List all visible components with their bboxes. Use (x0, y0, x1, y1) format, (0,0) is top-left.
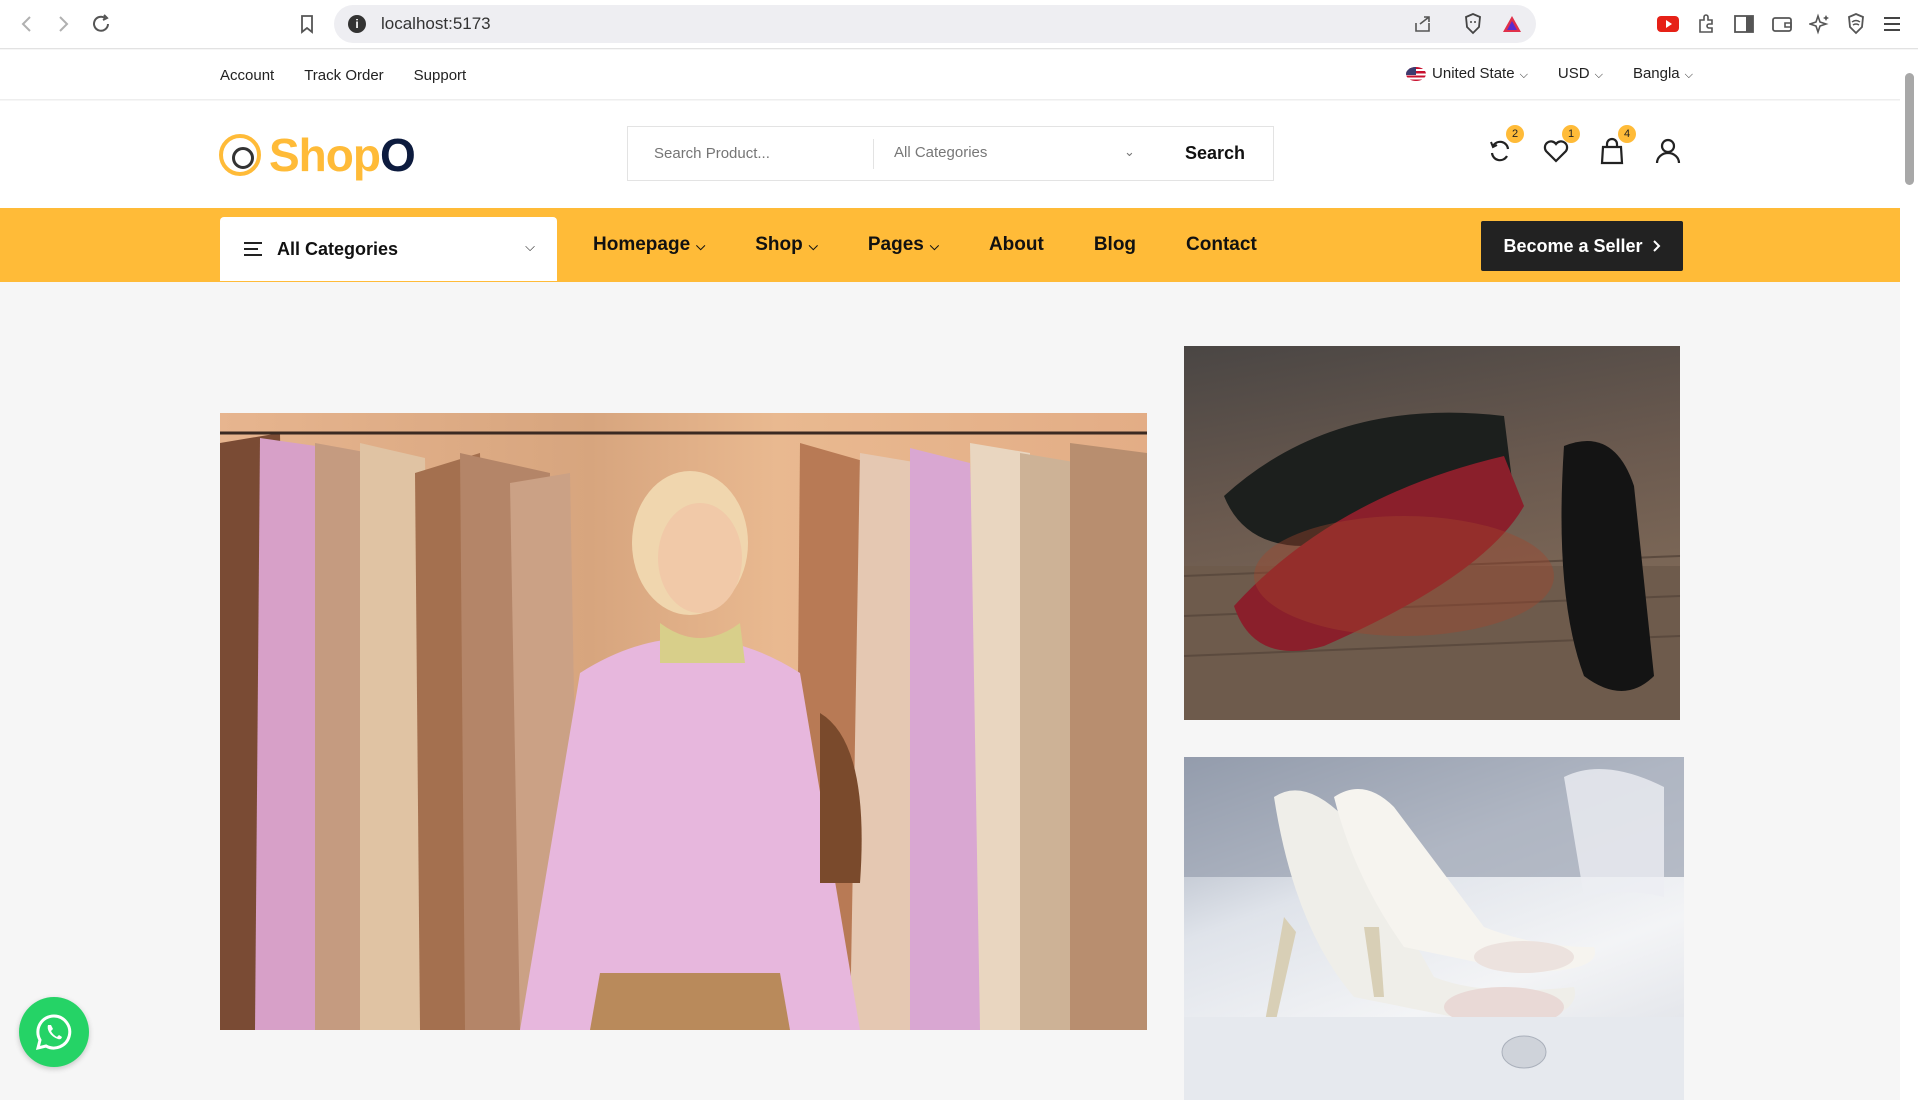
reload-icon[interactable] (88, 11, 114, 37)
main-navigation: All Categories ⌵ Homepage ⌵ Shop ⌵ Pages ⌵ … (0, 208, 1900, 282)
shop-logo[interactable]: Shop O (219, 128, 416, 182)
site-header: ShopO All Categories ⌄ Search 2 1 4 (0, 101, 1900, 208)
wallet-icon[interactable] (1770, 12, 1794, 36)
address-bar[interactable]: i localhost:5173 (334, 5, 1536, 43)
search-divider (873, 139, 874, 169)
chevron-down-icon[interactable]: ⌄ (1124, 144, 1135, 160)
url-text: localhost:5173 (381, 14, 491, 33)
nav-blog[interactable]: Blog (1094, 234, 1136, 256)
share-icon[interactable] (1411, 12, 1435, 36)
logo-target-icon (219, 134, 261, 176)
forward-icon[interactable] (50, 11, 76, 37)
brave-rewards-icon[interactable] (1500, 12, 1524, 36)
brave-shield-icon[interactable] (1461, 12, 1485, 36)
whatsapp-chat-button[interactable] (19, 997, 89, 1067)
vpn-icon[interactable] (1844, 12, 1868, 36)
account-link[interactable]: Account (220, 67, 274, 84)
search-category-select[interactable]: All Categories (894, 144, 987, 161)
extensions-icon[interactable] (1694, 12, 1718, 36)
page-scrollbar[interactable] (1900, 50, 1918, 1100)
browser-toolbar: i localhost:5173 (0, 0, 1918, 49)
chevron-down-icon: ⌵ (525, 239, 535, 254)
support-link[interactable]: Support (414, 67, 467, 84)
nav-homepage[interactable]: Homepage ⌵ (593, 234, 705, 256)
whatsapp-icon (35, 1014, 72, 1051)
site-info-icon[interactable]: i (348, 15, 366, 33)
womens-heels-banner-image[interactable] (1184, 757, 1684, 1100)
all-categories-dropdown[interactable]: All Categories ⌵ (220, 217, 557, 281)
wishlist-count-badge: 1 (1562, 125, 1580, 143)
language-selector[interactable]: Bangla ⌵ (1633, 65, 1693, 82)
currency-selector[interactable]: USD ⌵ (1558, 65, 1603, 82)
compare-count-badge: 2 (1506, 125, 1524, 143)
utility-bar: Account Track Order Support United State… (0, 50, 1900, 100)
nav-about[interactable]: About (989, 234, 1044, 256)
product-search: All Categories ⌄ Search (627, 126, 1274, 181)
mens-shoes-banner-image[interactable] (1184, 346, 1680, 720)
back-icon[interactable] (14, 11, 40, 37)
leo-ai-icon[interactable] (1808, 12, 1832, 36)
us-flag-icon (1406, 67, 1427, 82)
chevron-down-icon: ⌵ (696, 239, 706, 253)
all-categories-label: All Categories (277, 239, 399, 259)
sidebar-icon[interactable] (1732, 12, 1756, 36)
bookmark-icon[interactable] (294, 11, 320, 37)
wishlist-button[interactable]: 1 (1540, 125, 1580, 167)
nav-pages[interactable]: Pages ⌵ (868, 234, 939, 256)
nav-contact[interactable]: Contact (1186, 234, 1257, 256)
scrollbar-thumb[interactable] (1905, 73, 1914, 185)
chevron-down-icon: ⌵ (1684, 69, 1693, 81)
chevron-down-icon: ⌵ (1519, 69, 1528, 81)
user-icon (1655, 138, 1681, 164)
chevron-down-icon: ⌵ (929, 239, 939, 253)
account-button[interactable] (1652, 135, 1684, 167)
compare-button[interactable]: 2 (1484, 125, 1524, 167)
menu-icon[interactable] (1880, 12, 1904, 36)
chevron-down-icon: ⌵ (1594, 69, 1603, 81)
chevron-down-icon: ⌵ (808, 239, 818, 253)
hero-banner-image[interactable] (220, 413, 1147, 1030)
track-order-link[interactable]: Track Order (304, 67, 383, 84)
country-selector[interactable]: United State ⌵ (1406, 65, 1528, 82)
search-input[interactable] (628, 127, 872, 180)
search-button[interactable]: Search (1185, 143, 1245, 164)
cart-button[interactable]: 4 (1596, 125, 1636, 167)
youtube-extension-icon[interactable] (1656, 12, 1680, 36)
become-seller-button[interactable]: Become a Seller (1481, 221, 1683, 271)
menu-lines-icon (244, 242, 262, 256)
nav-shop[interactable]: Shop ⌵ (755, 234, 818, 256)
chevron-right-icon (1652, 240, 1660, 252)
cart-count-badge: 4 (1618, 125, 1636, 143)
